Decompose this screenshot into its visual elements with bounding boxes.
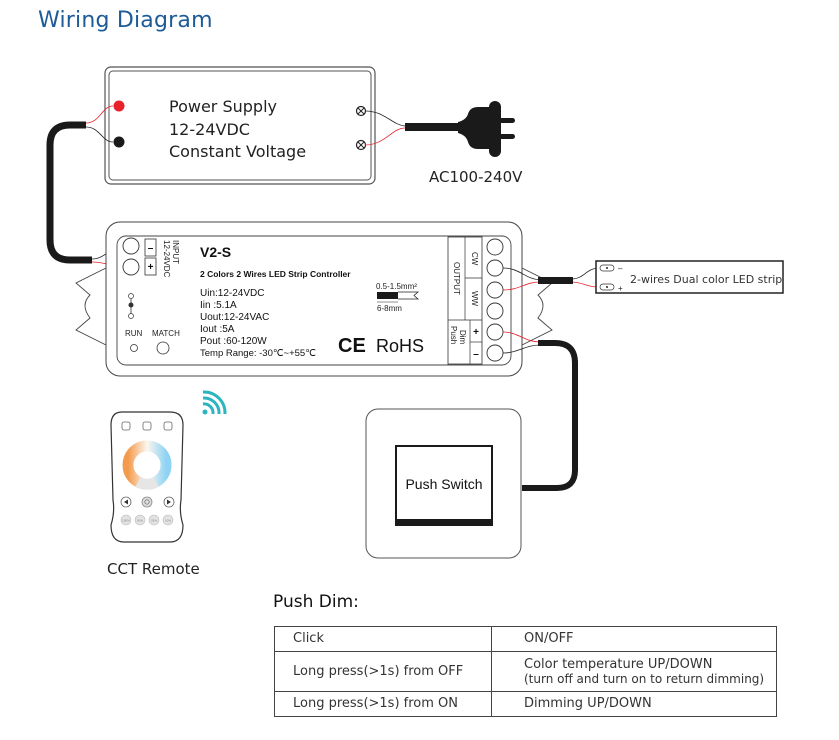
input-voltage-label: 12-24VDC [162,240,171,278]
output-terminal [486,302,504,320]
svg-text:0.5-1.5mm²: 0.5-1.5mm² [376,282,417,291]
output-terminal [486,238,504,256]
table-row: Long press(>1s) from OFF Color temperatu… [274,651,777,692]
ac-cable [405,123,460,131]
remote-zone-button[interactable] [163,421,173,431]
push-switch-label: Push Switch [405,476,482,492]
push-dim-label-2: Dim [458,330,467,345]
output-label: OUTPUT [452,262,461,295]
output-terminal [486,259,504,277]
remote-zone-button[interactable] [142,421,152,431]
action-cell: Click [274,626,492,652]
output-ww-label: WW [470,291,479,307]
power-supply-line1: Power Supply [169,97,277,116]
power-supply-line3: Constant Voltage [169,142,306,161]
positive-terminal-icon [113,100,125,112]
push-switch: Push Switch [365,408,522,559]
remote-preset-label: 100% [122,519,130,523]
power-supply-line2: 12-24VDC [169,120,250,139]
result-note: (turn off and turn on to return dimming) [524,671,765,686]
input-terminal-minus [122,237,140,255]
result-cell: Color temperature UP/DOWN (turn off and … [491,651,777,692]
svg-text:+: + [148,262,154,273]
push-dim-label-1: Push [449,326,458,344]
action-cell: Long press(>1s) from ON [274,691,492,717]
push-switch-cable [522,340,578,491]
led-strip: – + 2-wires Dual color LED strip [595,260,784,294]
remote-preset-label: 50% [137,519,143,523]
spec-iout: Iout :5A [200,324,235,335]
svg-text:–: – [618,264,623,273]
push-dim-terminal [486,344,504,362]
remote-label: CCT Remote [107,560,200,578]
output-cw-label: CW [470,252,479,266]
run-label: RUN [125,329,143,338]
svg-text:–: – [473,349,479,360]
input-label: INPUT [171,240,180,264]
rohs-mark: RoHS [376,336,424,356]
spec-uin: Uin:12-24VDC [200,288,264,299]
spec-pout: Pout :60-120W [200,336,267,347]
led-strip-cable [538,277,573,284]
remote-power-button[interactable] [141,496,153,508]
action-cell: Long press(>1s) from OFF [274,651,492,692]
push-dim-terminal [486,323,504,341]
result-text: Color temperature UP/DOWN [524,656,713,672]
ce-mark: CE [338,335,366,357]
remote-preset-label: 10% [165,519,171,523]
run-indicator [130,344,138,352]
led-indicator-icon [128,293,134,319]
match-label: MATCH [152,329,180,338]
table-row: Click ON/OFF [274,626,777,652]
spec-uout: Uout:12-24VAC [200,312,269,323]
ac-voltage-label: AC100-240V [429,168,523,186]
controller-model: V2-S [200,244,231,260]
match-button[interactable] [156,341,170,355]
ac-plug-icon [458,101,515,157]
svg-text:+: + [618,284,623,293]
input-terminal-plus [122,258,140,276]
controller-description: 2 Colors 2 Wires LED Strip Controller [200,269,351,279]
spec-temp-range: Temp Range: -30℃~+55℃ [200,348,316,359]
svg-text:+: + [473,327,479,338]
wireless-signal-icon [202,390,227,415]
power-supply: Power Supply 12-24VDC Constant Voltage [104,66,376,185]
negative-terminal-icon [113,136,125,148]
controller: – + INPUT 12-24VDC RUN MATCH V2-S 2 Colo… [75,221,553,377]
push-dim-table: Click ON/OFF Long press(>1s) from OFF Co… [274,626,777,717]
spec-iin: Iin :5.1A [200,300,237,311]
svg-text:–: – [148,243,154,254]
push-dim-title: Push Dim: [273,592,359,612]
dc-cable [46,121,92,264]
cct-remote: 100% 50% 25% 10% [110,411,184,543]
led-strip-label: 2-wires Dual color LED strip [630,273,782,286]
result-cell: Dimming UP/DOWN [491,691,777,717]
svg-text:6-8mm: 6-8mm [377,304,402,313]
remote-preset-label: 25% [151,519,157,523]
table-row: Long press(>1s) from ON Dimming UP/DOWN [274,691,777,717]
output-terminal [486,281,504,299]
result-cell: ON/OFF [491,626,777,652]
remote-zone-button[interactable] [121,421,131,431]
